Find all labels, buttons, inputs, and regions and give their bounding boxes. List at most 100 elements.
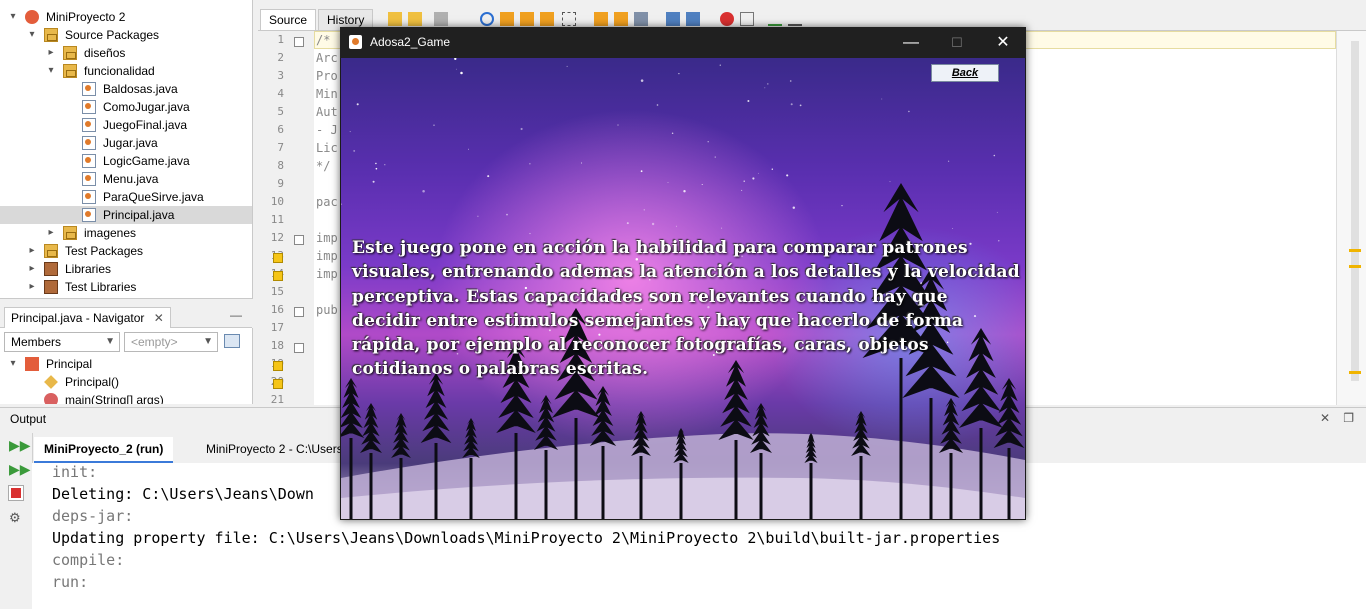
- tree-item[interactable]: JuegoFinal.java: [0, 116, 252, 134]
- find-selection-icon[interactable]: [540, 12, 554, 26]
- chevron-right-icon[interactable]: ▸: [27, 260, 37, 278]
- stop-macro-icon[interactable]: [740, 12, 754, 26]
- settings-icon[interactable]: ⚙: [9, 510, 23, 525]
- star: [743, 180, 745, 182]
- rerun-different-icon[interactable]: ▶▶: [9, 461, 31, 477]
- minimize-icon[interactable]: —: [230, 308, 242, 322]
- game-titlebar[interactable]: Adosa2_Game — ☐ ✕: [340, 27, 1026, 58]
- filter-select[interactable]: <empty> ▼: [124, 332, 218, 352]
- editor-scrollbar[interactable]: [1336, 31, 1366, 405]
- chevron-right-icon[interactable]: ▸: [46, 44, 56, 62]
- navigator-item[interactable]: main(String[] args): [0, 391, 252, 404]
- tree-item[interactable]: ▸ Libraries: [0, 260, 252, 278]
- maximize-icon[interactable]: ❐: [1343, 411, 1354, 425]
- code-line: imp: [316, 249, 338, 263]
- tree-item[interactable]: ▾ MiniProyecto 2: [0, 8, 252, 26]
- close-icon[interactable]: ✕: [980, 27, 1026, 58]
- tree-item[interactable]: ▾ Source Packages: [0, 26, 252, 44]
- code-line: */: [316, 159, 331, 173]
- star: [566, 65, 568, 67]
- close-icon[interactable]: ✕: [1320, 411, 1330, 425]
- fold-icon[interactable]: [294, 307, 304, 317]
- settings-icon[interactable]: [224, 334, 240, 348]
- tree-item[interactable]: Principal.java: [0, 206, 252, 224]
- warning-icon[interactable]: [273, 379, 283, 389]
- navigator-item[interactable]: ▾ Principal: [0, 355, 252, 373]
- chevron-down-icon[interactable]: ▾: [46, 62, 56, 80]
- lib-icon: [44, 262, 58, 276]
- back-button[interactable]: Back: [931, 64, 999, 82]
- chevron-down-icon[interactable]: ▾: [8, 8, 18, 26]
- tree-item[interactable]: ▸ diseños: [0, 44, 252, 62]
- code-line: imp: [316, 231, 338, 245]
- line-number: 8: [277, 159, 284, 172]
- star: [651, 222, 655, 226]
- rerun-icon[interactable]: ▶▶: [9, 437, 31, 453]
- warning-icon[interactable]: [273, 361, 283, 371]
- tree-item[interactable]: ParaQueSirve.java: [0, 188, 252, 206]
- star: [617, 124, 619, 126]
- warning-icon[interactable]: [273, 271, 283, 281]
- minimize-icon[interactable]: —: [888, 27, 934, 58]
- find-next-icon[interactable]: [520, 12, 534, 26]
- shift-left-icon[interactable]: [666, 12, 680, 26]
- uncomment-icon[interactable]: [788, 12, 802, 26]
- chevron-right-icon[interactable]: ▸: [27, 242, 37, 260]
- warning-marker[interactable]: [1349, 249, 1361, 252]
- history-icon[interactable]: [434, 12, 448, 26]
- prev-bookmark-icon[interactable]: [594, 12, 608, 26]
- tree-item[interactable]: LogicGame.java: [0, 152, 252, 170]
- close-icon[interactable]: ✕: [154, 311, 164, 325]
- toggle-bookmark-icon[interactable]: [634, 12, 648, 26]
- tree-trunk: [949, 453, 953, 519]
- tree-item[interactable]: Baldosas.java: [0, 80, 252, 98]
- star: [349, 131, 351, 133]
- chevron-down-icon[interactable]: ▾: [27, 26, 37, 44]
- star: [372, 180, 375, 183]
- tree-item[interactable]: ComoJugar.java: [0, 98, 252, 116]
- back-icon[interactable]: [388, 12, 402, 26]
- navigator-item[interactable]: Principal(): [0, 373, 252, 391]
- tree-item[interactable]: ▾ funcionalidad: [0, 62, 252, 80]
- record-macro-icon[interactable]: [720, 12, 734, 26]
- fold-icon[interactable]: [294, 343, 304, 353]
- code-line: Pro: [316, 69, 338, 83]
- tree-trunk: [859, 456, 863, 519]
- tree-item[interactable]: Jugar.java: [0, 134, 252, 152]
- search-icon[interactable]: [480, 12, 494, 26]
- shift-right-icon[interactable]: [686, 12, 700, 26]
- tree-item[interactable]: ▸ imagenes: [0, 224, 252, 242]
- fold-icon[interactable]: [294, 235, 304, 245]
- chevron-down-icon[interactable]: ▾: [8, 355, 18, 373]
- star: [640, 170, 643, 173]
- tree-item-label: Test Libraries: [65, 280, 137, 294]
- warning-marker[interactable]: [1349, 265, 1361, 268]
- tree-item[interactable]: ▸ Test Packages: [0, 242, 252, 260]
- navigator-tab[interactable]: Principal.java - Navigator ✕: [4, 307, 171, 328]
- star: [678, 72, 680, 75]
- tab-build-output[interactable]: MiniProyecto 2 - C:\Users: [196, 437, 353, 461]
- members-select[interactable]: Members ▼: [4, 332, 120, 352]
- scrollbar-track[interactable]: [1351, 41, 1359, 381]
- tab-run-output[interactable]: MiniProyecto_2 (run): [34, 437, 174, 463]
- star: [468, 148, 469, 150]
- chevron-right-icon[interactable]: ▸: [27, 278, 37, 296]
- tab-source[interactable]: Source: [260, 9, 317, 30]
- warning-icon[interactable]: [273, 253, 283, 263]
- maximize-icon[interactable]: ☐: [934, 27, 980, 58]
- rect-select-icon[interactable]: [562, 12, 576, 26]
- tree-item[interactable]: Menu.java: [0, 170, 252, 188]
- tree-item[interactable]: ▸ Test Libraries: [0, 278, 252, 296]
- warning-marker[interactable]: [1349, 371, 1361, 374]
- fold-icon[interactable]: [294, 37, 304, 47]
- comment-icon[interactable]: [768, 12, 782, 26]
- next-bookmark-icon[interactable]: [614, 12, 628, 26]
- output-line: compile:: [52, 551, 125, 569]
- forward-icon[interactable]: [408, 12, 422, 26]
- java-icon: [82, 190, 96, 204]
- find-prev-icon[interactable]: [500, 12, 514, 26]
- chevron-right-icon[interactable]: ▸: [46, 224, 56, 242]
- star: [455, 68, 457, 70]
- stop-icon[interactable]: [9, 486, 23, 500]
- filter-select-value: <empty>: [131, 335, 178, 349]
